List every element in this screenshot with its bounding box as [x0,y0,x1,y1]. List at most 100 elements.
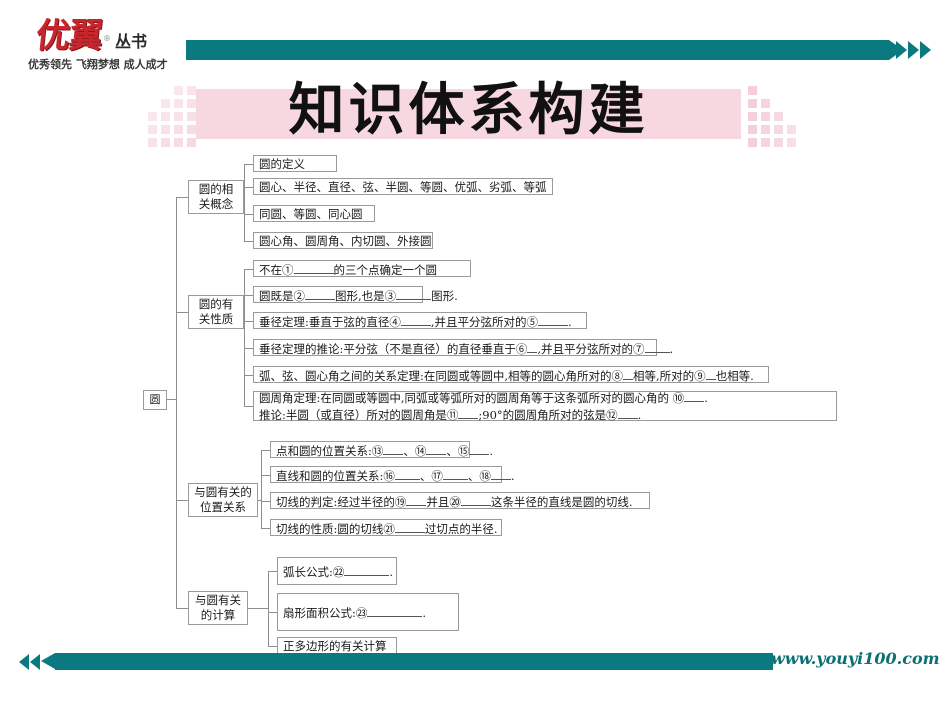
item-connector [261,500,270,502]
fill-in-blank [705,367,716,380]
mind-map-item: 弧、弦、圆心角之间的关系定理:在同圆或等圆中,相等的圆心角所对的⑧ 相等,所对的⑨… [253,366,769,383]
fill-in-blank [623,367,634,380]
mind-map-item: 圆周角定理:在同圆或等圆中,同弧或等弧所对的圆周角等于这条弧所对的圆心角的 ⑩.… [253,389,837,422]
mind-map-item: 弧长公式:㉒. [277,557,397,585]
item-text: 同圆、等圆、同心圆 [259,206,363,221]
branch-label-line: 位置关系 [200,500,246,514]
branch-label-line: 关概念 [198,197,234,211]
branch-label-line: 与圆有关的 [194,485,252,499]
footer-teal-bar [55,653,773,670]
fill-in-blank [400,313,431,326]
fill-in-blank [426,442,447,455]
item-text: 圆心角、圆周角、内切圆、外接圆 [259,233,432,248]
branch-vertical [244,163,245,241]
item-connector [244,268,253,270]
item-text: 弧长公式:㉒. [283,563,394,579]
branch-stub [176,312,188,313]
mind-map-item: 切线的性质:圆的切线㉑ 过切点的半径. [270,519,502,536]
branch-label-line: 与圆有关 [195,593,241,607]
mind-map-branch-label: 与圆有关的 位置关系 [188,483,258,517]
footer-chevron-left-icon [19,654,29,670]
item-text: 垂径定理:垂直于弦的直径④ ,并且平分弦所对的⑤. [259,313,572,329]
mind-map-item: 不在① 的三个点确定一个圆 [253,260,471,277]
trunk-vertical [176,197,177,608]
fill-in-blank [538,313,569,326]
fill-in-blank [305,287,335,300]
fill-in-blank [344,563,390,576]
mind-map-item: 圆既是② 图形,也是③ 图形. [253,286,458,303]
fill-in-blank [617,406,638,419]
item-text: 圆心、半径、直径、弦、半圆、等圆、优弧、劣弧、等弧 [259,179,547,194]
footer-bar-arrow-tip [41,653,55,669]
fill-in-blank [394,520,425,533]
item-connector [244,240,253,242]
mind-map-item: 圆心、半径、直径、弦、半圆、等圆、优弧、劣弧、等弧 [253,178,553,195]
item-text: 扇形面积公式:㉓. [283,604,427,620]
fill-in-blank [406,493,427,506]
fill-in-blank [394,467,420,480]
item-connector [244,406,253,407]
branch-stub [176,500,188,501]
mind-map: 圆圆的相 关概念 圆的定义 圆心、半径、直径、弦、半圆、等圆、优弧、劣弧、等弧 同圆、等… [0,0,950,713]
fill-in-blank [293,261,334,274]
fill-in-blank [460,493,491,506]
item-text: 弧、弦、圆心角之间的关系定理:在同圆或等圆中,相等的圆心角所对的⑧ 相等,所对的⑨… [259,367,754,383]
fill-in-blank [383,442,404,455]
item-text: 切线的判定:经过半径的⑲ 并且⑳ 这条半径的直线是圆的切线. [276,493,633,509]
mind-map-item: 垂径定理:垂直于弦的直径④ ,并且平分弦所对的⑤. [253,312,587,329]
fill-in-blank [490,467,511,480]
item-text: 正多边形的有关计算 [283,638,387,653]
item-text: 圆既是② 图形,也是③ 图形. [259,287,458,303]
item-connector [244,163,253,165]
mind-map-root-node: 圆 [143,390,167,410]
item-text: 圆的定义 [259,156,305,171]
item-connector [244,294,253,296]
branch-vertical [268,571,269,646]
item-text: 切线的性质:圆的切线㉑ 过切点的半径. [276,520,498,536]
branch-connector [248,608,268,609]
fill-in-blank [527,340,538,353]
branch-stub [176,608,188,609]
item-connector [268,612,277,613]
item-connector [244,186,253,188]
footer-chevron-left-icon [30,654,40,670]
item-connector [268,645,277,647]
mind-map-branch-label: 圆的相 关概念 [188,180,244,214]
item-connector [244,213,253,215]
root-connector [167,399,176,400]
fill-in-blank [367,604,423,617]
mind-map-branch-label: 与圆有关 的计算 [188,591,248,625]
item-text: 垂径定理的推论:平分弦（不是直径）的直径垂直于⑥ ,并且平分弦所对的⑦. [259,340,674,356]
mind-map-branch-label: 圆的有 关性质 [188,295,244,329]
branch-label-line: 关性质 [198,312,234,326]
mind-map-item: 圆的定义 [253,155,337,172]
mind-map-item: 点和圆的位置关系:⑬ 、⑭ 、⑮. [270,441,493,458]
mind-map-item: 切线的判定:经过半径的⑲ 并且⑳ 这条半径的直线是圆的切线. [270,492,650,509]
fill-in-blank [458,406,479,419]
branch-label-line: 圆的有 [198,297,234,311]
item-connector [261,449,270,451]
item-connector [261,527,270,529]
item-text: 点和圆的位置关系:⑬ 、⑭ 、⑮. [276,442,494,458]
item-connector [244,374,253,376]
item-connector [261,474,270,476]
item-connector [268,571,277,572]
branch-vertical [261,449,262,528]
branch-stub [176,197,188,198]
mind-map-item: 圆心角、圆周角、内切圆、外接圆 [253,232,433,249]
item-connector [244,320,253,322]
footer-website-url: www.youyi100.com [771,649,940,668]
mind-map-item: 正多边形的有关计算 [277,637,397,654]
mind-map-item: 直线和圆的位置关系:⑯ 、⑰ 、⑱. [270,466,515,483]
item-text-line: 推论:半圆（或直径）所对的圆周角是⑪ ;90°的圆周角所对的弦是⑫. [259,406,642,422]
fill-in-blank [684,389,705,402]
branch-label-line: 圆的相 [198,182,234,196]
branch-label-line: 的计算 [200,608,236,622]
item-text-line: 圆周角定理:在同圆或等圆中,同弧或等弧所对的圆周角等于这条弧所对的圆心角的 ⑩. [259,389,708,405]
fill-in-blank [469,442,490,455]
branch-vertical [244,268,245,406]
mind-map-item: 扇形面积公式:㉓. [277,593,459,631]
item-text: 不在① 的三个点确定一个圆 [259,261,437,277]
mind-map-item: 同圆、等圆、同心圆 [253,205,375,222]
item-text: 直线和圆的位置关系:⑯ 、⑰ 、⑱. [276,467,515,483]
